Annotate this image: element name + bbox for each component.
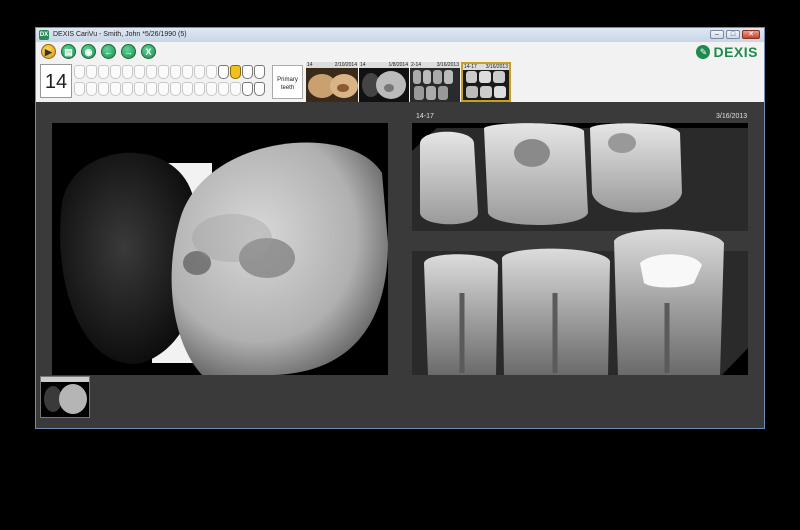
- mini-thumbnail[interactable]: [40, 376, 90, 418]
- primary-teeth-button[interactable]: Primary teeth: [272, 65, 303, 99]
- tooth-16[interactable]: [254, 65, 265, 79]
- teeth-label: teeth: [280, 85, 295, 91]
- xray-viewer[interactable]: [412, 123, 748, 375]
- tooth-15[interactable]: [242, 65, 253, 79]
- logo-text: DEXIS: [713, 44, 758, 60]
- image-label: 14-17: [416, 113, 434, 120]
- tooth-32[interactable]: [74, 82, 85, 96]
- thumbnail-xray-2-selected[interactable]: 14-17 3/16/2013: [461, 62, 511, 102]
- title-bar[interactable]: DX DEXIS CariVu - Smith, John *5/26/1990…: [36, 28, 764, 42]
- back-button[interactable]: ←: [101, 44, 116, 59]
- tooth-12[interactable]: [206, 65, 217, 79]
- app-icon: DX: [39, 30, 49, 40]
- maximize-button[interactable]: □: [726, 30, 740, 39]
- tooth-21[interactable]: [206, 82, 217, 96]
- window-title: DEXIS CariVu - Smith, John *5/26/1990 (5…: [53, 31, 187, 38]
- tooth-1[interactable]: [74, 65, 85, 79]
- tooth-18[interactable]: [242, 82, 253, 96]
- tooth-strip: 14 Primary teeth 14 2/10/2014 14 1/8/2014: [36, 62, 764, 102]
- open-folder-button[interactable]: ▤: [61, 44, 76, 59]
- transillumination-viewer[interactable]: [52, 123, 388, 375]
- app-window: DX DEXIS CariVu - Smith, John *5/26/1990…: [35, 27, 765, 429]
- tooth-8[interactable]: [158, 65, 169, 79]
- mini-thumbnail-image: [41, 377, 89, 417]
- xray-thumbnail-image: [463, 70, 509, 100]
- tooth-6[interactable]: [134, 65, 145, 79]
- tooth-28[interactable]: [122, 82, 133, 96]
- tooth-14[interactable]: [230, 65, 241, 79]
- tooth-7[interactable]: [146, 65, 157, 79]
- dexis-logo: ✎ DEXIS: [696, 44, 758, 60]
- tooth-19[interactable]: [230, 82, 241, 96]
- tooth-3[interactable]: [98, 65, 109, 79]
- photo-thumbnail-image: [306, 68, 358, 102]
- xray-thumbnail-image: [410, 68, 460, 102]
- thumbnail-transillumination[interactable]: 14 1/8/2014: [359, 62, 409, 102]
- selected-tooth-number: 14: [40, 64, 72, 98]
- forward-button[interactable]: →: [121, 44, 136, 59]
- tooth-25[interactable]: [158, 82, 169, 96]
- tooth-9[interactable]: [170, 65, 181, 79]
- tooth-31[interactable]: [86, 82, 97, 96]
- transillumination-image: [52, 123, 388, 375]
- tooth-5[interactable]: [122, 65, 133, 79]
- view-button[interactable]: ◉: [81, 44, 96, 59]
- image-date: 3/16/2013: [716, 113, 748, 120]
- minimize-button[interactable]: –: [710, 30, 724, 39]
- tooth-22[interactable]: [194, 82, 205, 96]
- play-button[interactable]: ▶: [41, 44, 56, 59]
- bitewing-xray-image: [412, 123, 748, 375]
- wrench-icon: ✎: [696, 45, 711, 59]
- primary-label: Primary: [277, 77, 298, 83]
- tooth-26[interactable]: [146, 82, 157, 96]
- tooth-chart[interactable]: [74, 65, 270, 99]
- tooth-2[interactable]: [86, 65, 97, 79]
- thumbnail-xray-1[interactable]: 2-14 3/16/2013: [410, 62, 460, 102]
- close-window-button[interactable]: ✕: [742, 30, 760, 39]
- transillumination-thumbnail-image: [359, 68, 409, 102]
- tooth-23[interactable]: [182, 82, 193, 96]
- close-image-button[interactable]: X: [141, 44, 156, 59]
- tooth-10[interactable]: [182, 65, 193, 79]
- tooth-17[interactable]: [254, 82, 265, 96]
- tooth-27[interactable]: [134, 82, 145, 96]
- tooth-20[interactable]: [218, 82, 229, 96]
- tooth-24[interactable]: [170, 82, 181, 96]
- tooth-30[interactable]: [98, 82, 109, 96]
- tooth-13[interactable]: [218, 65, 229, 79]
- tooth-11[interactable]: [194, 65, 205, 79]
- thumbnail-photo[interactable]: 14 2/10/2014: [306, 62, 358, 102]
- toolbar: ▶ ▤ ◉ ← → X ✎ DEXIS: [36, 42, 764, 62]
- tooth-29[interactable]: [110, 82, 121, 96]
- tooth-4[interactable]: [110, 65, 121, 79]
